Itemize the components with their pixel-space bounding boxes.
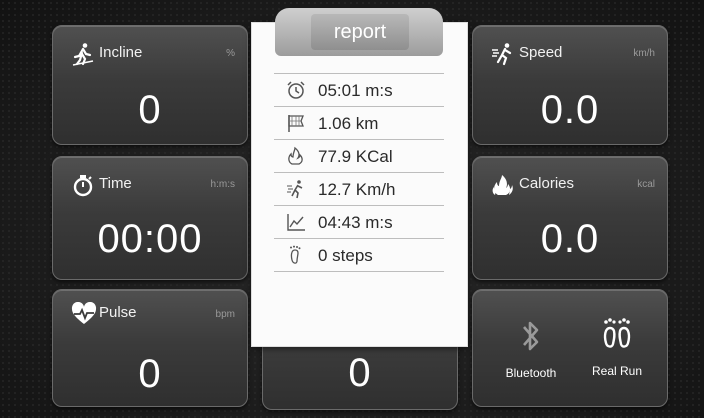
bluetooth-label: Bluetooth [505, 366, 557, 380]
report-title[interactable]: report [311, 14, 409, 50]
bluetooth-button[interactable]: Bluetooth [491, 318, 571, 380]
report-distance: 1.06 km [318, 114, 379, 133]
incline-label: Incline [99, 44, 143, 61]
calories-tile[interactable]: Calories kcal 0.0 [472, 156, 668, 280]
heart-pulse-icon [71, 301, 97, 326]
speed-value: 0.0 [540, 88, 600, 132]
time-tile[interactable]: Time h:m:s 00:00 [52, 156, 248, 280]
runner-icon [286, 179, 306, 199]
report-row-duration: 05:01 m:s [274, 74, 444, 107]
calories-value: 0.0 [540, 217, 600, 261]
footprints-icon [577, 316, 657, 356]
controls-tile: Bluetooth Real Run [472, 289, 668, 407]
incline-value: 0 [138, 88, 162, 132]
speed-unit: km/h [633, 48, 655, 59]
report-row-calories: 77.9 KCal [274, 140, 444, 173]
alarm-clock-icon [286, 80, 306, 100]
calories-flame-icon [491, 173, 515, 197]
time-value: 00:00 [97, 217, 203, 261]
report-row-speed: 12.7 Km/h [274, 173, 444, 206]
calories-label: Calories [519, 175, 575, 192]
real-run-label: Real Run [591, 364, 643, 378]
real-run-button[interactable]: Real Run [577, 316, 657, 378]
incline-unit: % [226, 48, 235, 59]
calories-unit: kcal [637, 179, 655, 190]
time-label: Time [99, 175, 132, 192]
incline-runner-icon [71, 42, 95, 66]
time-unit: h:m:s [210, 179, 235, 190]
report-duration: 05:01 m:s [318, 81, 393, 100]
flag-icon [286, 113, 306, 133]
report-row-pace: 04:43 m:s [274, 206, 444, 239]
report-pace: 04:43 m:s [318, 213, 393, 232]
stopwatch-icon [71, 173, 95, 197]
report-row-steps: 0 steps [274, 239, 444, 272]
pulse-unit: bpm [215, 309, 235, 320]
speed-label: Speed [519, 44, 563, 61]
speed-tile[interactable]: Speed km/h 0.0 [472, 25, 668, 145]
pulse-tile[interactable]: Pulse bpm 0 [52, 289, 248, 407]
report-row-distance: 1.06 km [274, 107, 444, 140]
flame-icon [286, 146, 306, 166]
center-bottom-value: 0 [348, 351, 372, 395]
report-steps: 0 steps [318, 246, 373, 265]
report-speed: 12.7 Km/h [318, 180, 396, 199]
footprint-icon [286, 245, 306, 265]
incline-tile[interactable]: Incline % 0 [52, 25, 248, 145]
report-calories: 77.9 KCal [318, 147, 393, 166]
pulse-value: 0 [138, 352, 162, 396]
line-chart-icon [286, 212, 306, 232]
speed-runner-icon [491, 42, 515, 66]
pulse-label: Pulse [99, 304, 137, 321]
bluetooth-icon [491, 318, 571, 356]
